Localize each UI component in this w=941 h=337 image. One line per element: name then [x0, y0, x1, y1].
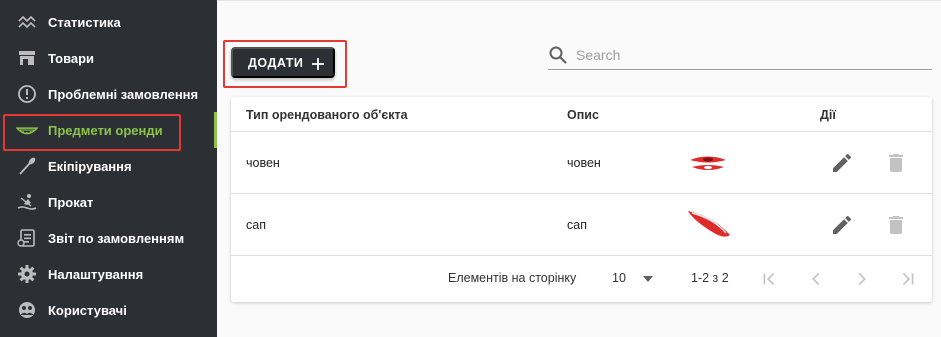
items-per-page-select[interactable]: 10: [603, 264, 665, 294]
kayak-icon: [16, 119, 38, 141]
items-per-page-value: 10: [612, 271, 626, 285]
cell-type: човен: [246, 156, 280, 170]
sidebar-item-settings[interactable]: Налаштування: [0, 256, 217, 292]
sidebar-item-label: Прокат: [48, 194, 94, 210]
search-input[interactable]: [576, 45, 916, 65]
sidebar-item-orders-report[interactable]: Звіт по замовленням: [0, 220, 217, 256]
column-header-description: Опис: [567, 108, 599, 122]
sidebar-item-label: Товари: [48, 50, 95, 66]
rowing-icon: [16, 191, 38, 213]
edit-icon[interactable]: [830, 213, 854, 237]
sidebar-item-rental[interactable]: Прокат: [0, 184, 217, 220]
store-icon: [16, 47, 38, 69]
add-button[interactable]: ДОДАТИ: [231, 47, 335, 78]
chart-line-icon: [16, 11, 38, 33]
column-header-type: Тип орендованого об'єкта: [246, 108, 408, 122]
delete-icon[interactable]: [884, 151, 908, 175]
table-row: сап сап: [231, 194, 932, 256]
delete-icon[interactable]: [884, 213, 908, 237]
plus-icon: [312, 58, 324, 70]
chevron-down-icon: [643, 276, 653, 282]
gear-icon: [16, 263, 38, 285]
next-page-icon[interactable]: [851, 268, 873, 290]
users-icon: [16, 299, 38, 321]
first-page-icon[interactable]: [758, 268, 780, 290]
last-page-icon[interactable]: [897, 268, 919, 290]
sidebar-item-goods[interactable]: Товари: [0, 40, 217, 76]
edit-icon[interactable]: [830, 151, 854, 175]
sidebar-item-problem-orders[interactable]: Проблемні замовлення: [0, 76, 217, 112]
alert-circle-icon: [16, 83, 38, 105]
sidebar-item-users[interactable]: Користувачі: [0, 292, 217, 328]
items-per-page-label: Елементів на сторінку: [448, 271, 577, 285]
paddle-icon: [16, 155, 38, 177]
rental-items-table: Тип орендованого об'єкта Опис Дії човен …: [231, 97, 932, 302]
previous-page-icon[interactable]: [805, 268, 827, 290]
search-icon: [549, 46, 567, 64]
column-header-actions: Дії: [820, 108, 836, 122]
range-label: 1-2 з 2: [691, 271, 729, 285]
report-icon: [16, 227, 38, 249]
sidebar-item-label: Статистика: [48, 14, 121, 30]
cell-type: сап: [246, 218, 266, 232]
paginator: Елементів на сторінку 10 1-2 з 2: [231, 256, 932, 302]
search-bar: [548, 40, 932, 70]
sidebar-item-rental-items[interactable]: Предмети оренди: [0, 112, 217, 148]
sidebar-item-equipment[interactable]: Екіпірування: [0, 148, 217, 184]
sidebar-item-label: Екіпірування: [48, 158, 132, 174]
kayak-image: [690, 156, 726, 170]
add-button-label: ДОДАТИ: [248, 55, 304, 70]
sup-board-image: [688, 211, 730, 237]
sidebar: Статистика Товари Проблемні замовлення П…: [0, 0, 217, 337]
sidebar-item-statistics[interactable]: Статистика: [0, 4, 217, 40]
sidebar-item-label: Проблемні замовлення: [48, 86, 199, 102]
top-divider: [217, 0, 941, 1]
sidebar-item-label: Звіт по замовленням: [48, 230, 185, 246]
table-header: Тип орендованого об'єкта Опис Дії: [231, 97, 932, 132]
table-row: човен човен: [231, 132, 932, 194]
sidebar-item-label: Предмети оренди: [48, 122, 163, 138]
sidebar-item-label: Налаштування: [48, 266, 144, 282]
app-root: Статистика Товари Проблемні замовлення П…: [0, 0, 941, 337]
cell-description: човен: [567, 156, 601, 170]
cell-description: сап: [567, 218, 587, 232]
sidebar-item-label: Користувачі: [48, 302, 127, 318]
